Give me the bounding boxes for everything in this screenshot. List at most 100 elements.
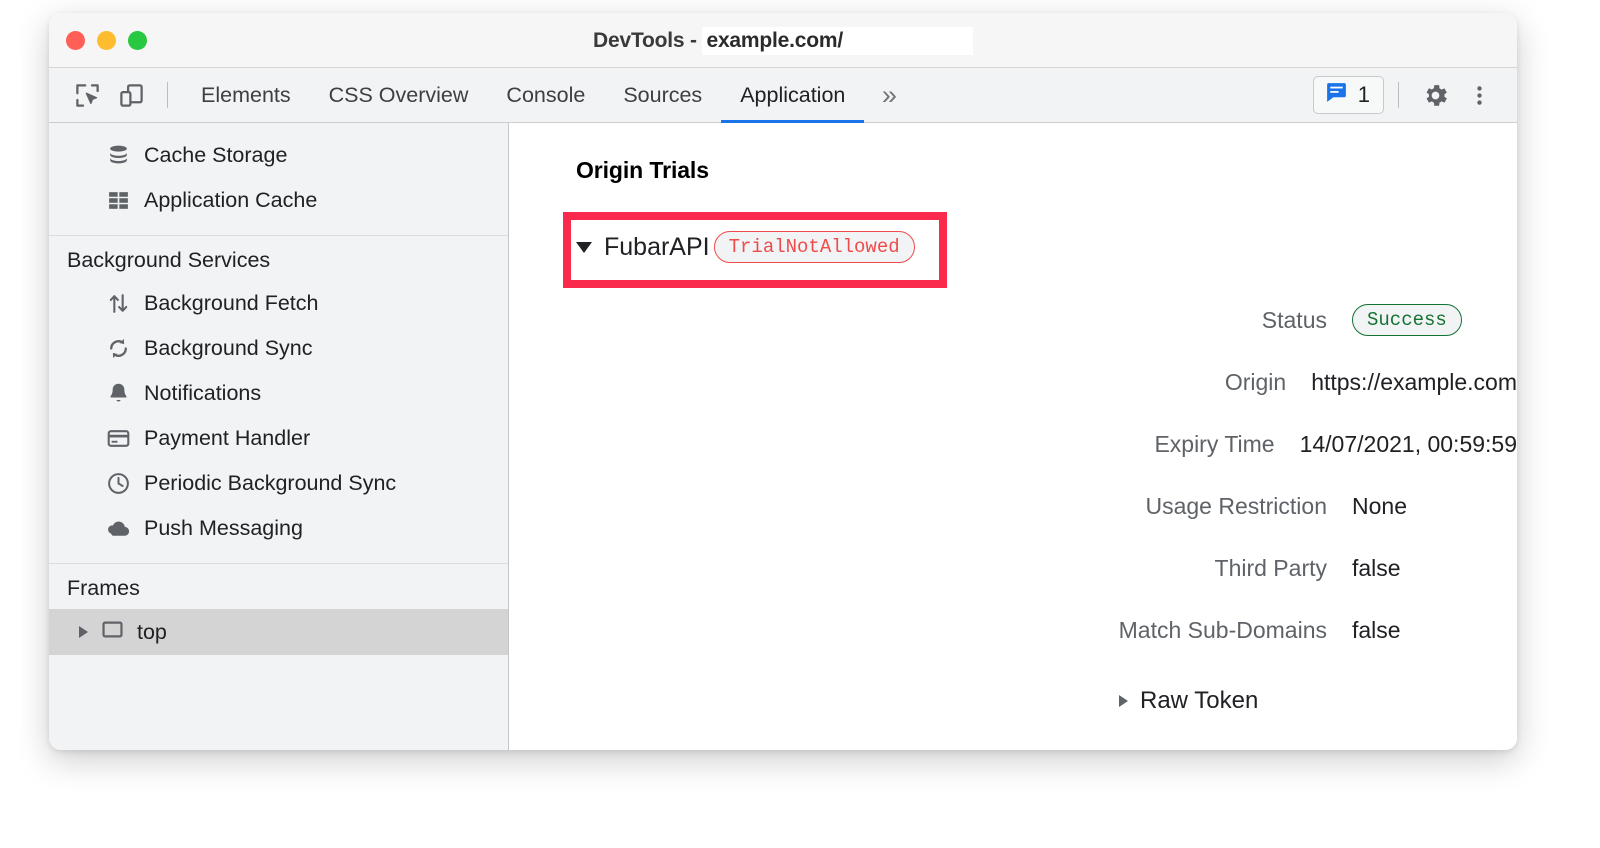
- close-window-button[interactable]: [66, 31, 85, 50]
- three-dots-vertical-icon: [1467, 83, 1492, 108]
- bell-icon: [105, 381, 131, 407]
- detail-value-usage-restriction: None: [1352, 493, 1407, 520]
- toolbar-right-divider: [1398, 82, 1399, 108]
- sidebar-item-notifications[interactable]: Notifications: [49, 371, 508, 416]
- sidebar-item-background-fetch[interactable]: Background Fetch: [49, 281, 508, 326]
- chevron-double-right-icon: »: [882, 82, 897, 109]
- devtools-toolbar: Elements CSS Overview Console Sources Ap…: [49, 68, 1517, 123]
- tab-elements-label: Elements: [201, 83, 291, 108]
- grid-icon: [105, 188, 131, 214]
- origin-trial-details: Status Success Origin https://example.co…: [509, 289, 1517, 661]
- detail-value-expiry-time: 14/07/2021, 00:59:59: [1300, 431, 1517, 458]
- sidebar-item-cache-storage-label: Cache Storage: [144, 143, 287, 168]
- console-message-count: 1: [1358, 84, 1370, 106]
- background-services-section: Background Services Background Fetch: [49, 236, 508, 551]
- detail-label-status: Status: [509, 307, 1352, 334]
- sync-icon: [105, 336, 131, 362]
- sidebar-item-application-cache[interactable]: Application Cache: [49, 178, 508, 223]
- tab-console[interactable]: Console: [487, 68, 604, 123]
- tabs-overflow-button[interactable]: »: [864, 68, 914, 123]
- raw-token-label: Raw Token: [1140, 687, 1258, 715]
- sidebar-item-payment-handler-label: Payment Handler: [144, 426, 310, 451]
- raw-token-row[interactable]: Raw Token: [509, 681, 1517, 721]
- detail-label-match-sub-domains: Match Sub-Domains: [509, 617, 1352, 644]
- devtools-body: Cache Storage: [49, 123, 1517, 750]
- tab-css-overview[interactable]: CSS Overview: [310, 68, 488, 123]
- panel-tabs: Elements CSS Overview Console Sources Ap…: [182, 68, 914, 123]
- tab-console-label: Console: [506, 83, 585, 108]
- storage-section: Cache Storage: [49, 133, 508, 223]
- tab-sources[interactable]: Sources: [604, 68, 721, 123]
- sidebar-item-application-cache-label: Application Cache: [144, 188, 317, 213]
- inspect-element-button[interactable]: [65, 75, 109, 115]
- origin-trial-name: FubarAPI: [604, 233, 710, 262]
- sidebar-item-background-sync-label: Background Sync: [144, 336, 313, 361]
- detail-row-third-party: Third Party false: [509, 537, 1517, 599]
- sidebar-item-push-messaging[interactable]: Push Messaging: [49, 506, 508, 551]
- inspect-element-icon: [74, 82, 101, 109]
- sidebar-item-background-sync[interactable]: Background Sync: [49, 326, 508, 371]
- detail-row-usage-restriction: Usage Restriction None: [509, 475, 1517, 537]
- device-toolbar-icon: [118, 82, 145, 109]
- frame-window-icon: [100, 617, 125, 648]
- triangle-right-icon[interactable]: [1119, 695, 1128, 707]
- sidebar-item-frame-top[interactable]: top: [49, 609, 508, 655]
- sidebar-item-push-messaging-label: Push Messaging: [144, 516, 303, 541]
- detail-row-origin: Origin https://example.com: [509, 351, 1517, 413]
- toolbar-right-actions: 1: [1313, 68, 1517, 123]
- maximize-window-button[interactable]: [128, 31, 147, 50]
- settings-button[interactable]: [1413, 75, 1457, 115]
- detail-label-expiry-time: Expiry Time: [509, 431, 1300, 458]
- arrows-up-down-icon: [105, 291, 131, 317]
- frames-section: Frames top: [49, 564, 508, 655]
- triangle-right-icon[interactable]: [79, 626, 88, 638]
- cloud-icon: [105, 516, 131, 542]
- window-title: DevTools - example.com/: [49, 13, 1517, 68]
- origin-trial-status-badge: TrialNotAllowed: [714, 231, 915, 263]
- device-toolbar-button[interactable]: [109, 75, 153, 115]
- origin-trials-panel: Origin Trials FubarAPI TrialNotAllowed S…: [509, 123, 1517, 750]
- sidebar-item-cache-storage[interactable]: Cache Storage: [49, 133, 508, 178]
- window-title-prefix: DevTools -: [593, 29, 702, 52]
- page-title: Origin Trials: [509, 123, 1517, 184]
- detail-label-usage-restriction: Usage Restriction: [509, 493, 1352, 520]
- sidebar-item-background-fetch-label: Background Fetch: [144, 291, 319, 316]
- detail-row-status: Status Success: [509, 289, 1517, 351]
- tab-application[interactable]: Application: [721, 68, 864, 123]
- clock-icon: [105, 471, 131, 497]
- tab-application-label: Application: [740, 83, 845, 108]
- triangle-down-icon[interactable]: [576, 242, 592, 253]
- detail-label-third-party: Third Party: [509, 555, 1352, 582]
- origin-trial-header[interactable]: FubarAPI TrialNotAllowed: [509, 227, 1517, 267]
- sidebar-header-background-services: Background Services: [49, 236, 508, 281]
- minimize-window-button[interactable]: [97, 31, 116, 50]
- console-message-icon: [1324, 80, 1349, 110]
- application-sidebar: Cache Storage: [49, 123, 509, 750]
- sidebar-item-periodic-background-sync[interactable]: Periodic Background Sync: [49, 461, 508, 506]
- detail-value-third-party: false: [1352, 555, 1401, 582]
- tab-elements[interactable]: Elements: [182, 68, 310, 123]
- tab-sources-label: Sources: [623, 83, 702, 108]
- detail-row-match-sub-domains: Match Sub-Domains false: [509, 599, 1517, 661]
- toolbar-divider: [167, 82, 168, 108]
- detail-label-origin: Origin: [509, 369, 1311, 396]
- credit-card-icon: [105, 426, 131, 452]
- devtools-window: DevTools - example.com/: [49, 13, 1517, 750]
- tab-css-overview-label: CSS Overview: [329, 83, 469, 108]
- more-options-button[interactable]: [1457, 75, 1501, 115]
- sidebar-header-frames: Frames: [49, 564, 508, 609]
- sidebar-item-periodic-background-sync-label: Periodic Background Sync: [144, 471, 396, 496]
- console-messages-button[interactable]: 1: [1313, 76, 1384, 114]
- gear-icon: [1421, 81, 1450, 110]
- database-icon: [105, 143, 131, 169]
- sidebar-item-notifications-label: Notifications: [144, 381, 261, 406]
- sidebar-item-frame-top-label: top: [137, 620, 167, 645]
- detail-row-expiry-time: Expiry Time 14/07/2021, 00:59:59: [509, 413, 1517, 475]
- detail-value-match-sub-domains: false: [1352, 617, 1401, 644]
- sidebar-item-payment-handler[interactable]: Payment Handler: [49, 416, 508, 461]
- traffic-lights: [66, 13, 147, 68]
- status-success-badge: Success: [1352, 304, 1462, 336]
- screenshot-root: DevTools - example.com/: [0, 0, 1600, 848]
- detail-value-status: Success: [1352, 304, 1462, 336]
- detail-value-origin: https://example.com: [1311, 369, 1517, 396]
